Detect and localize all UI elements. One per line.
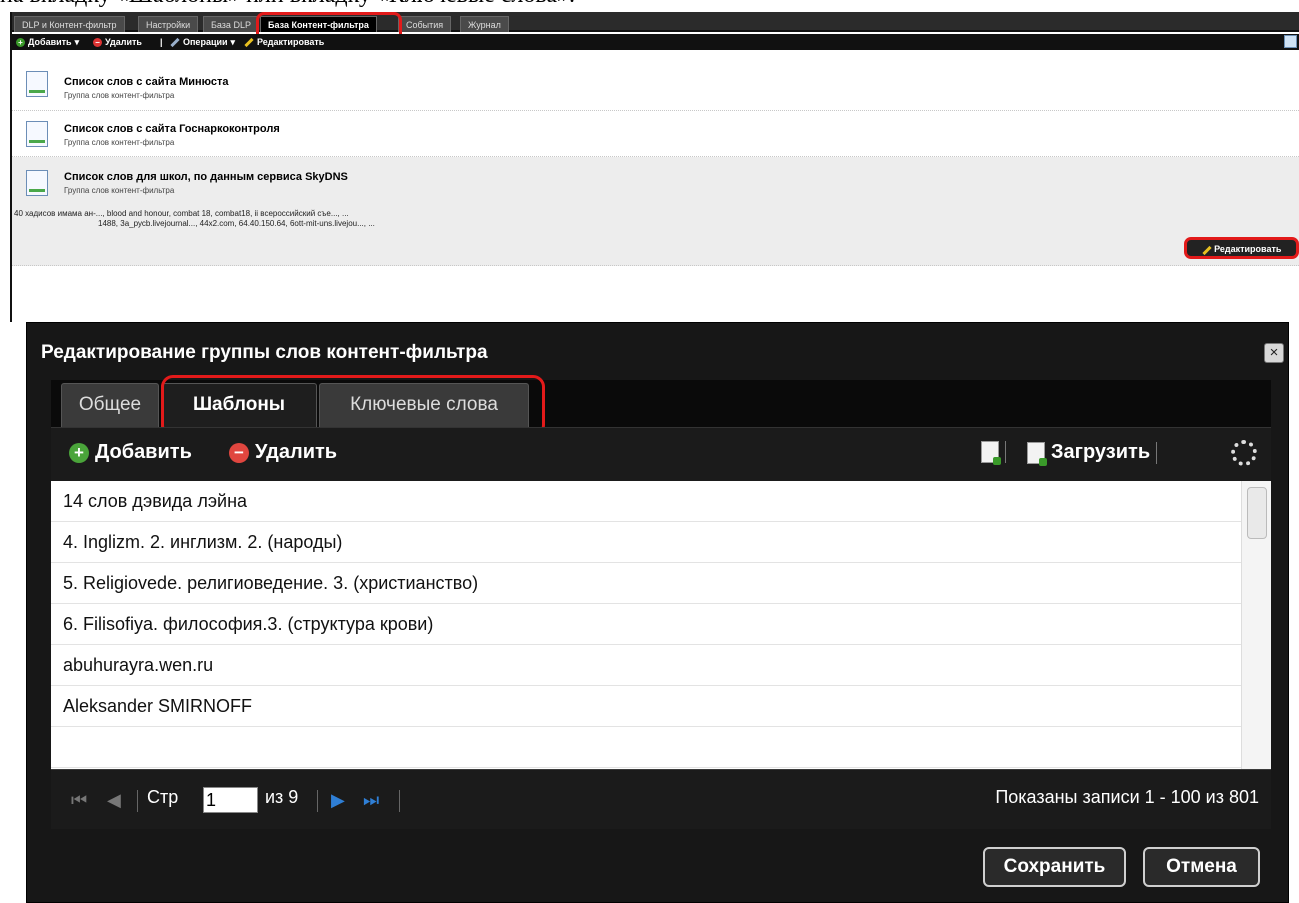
operations-label: Операции <box>183 37 228 47</box>
tab-templates[interactable]: Шаблоны <box>161 383 317 427</box>
group-subtitle: Группа слов контент-фильтра <box>64 91 175 100</box>
dialog-title: Редактирование группы слов контент-фильт… <box>41 342 488 363</box>
add-icon: + <box>16 37 25 47</box>
group-words-line: 1488, 3а_русb.livejournal..., 44x2.com, … <box>98 219 375 228</box>
edit-toolbar-button[interactable]: Редактировать <box>244 34 324 50</box>
group-subtitle: Группа слов контент-фильтра <box>64 138 175 147</box>
tab-journal[interactable]: Журнал <box>460 16 509 32</box>
tab-general[interactable]: Общее <box>61 383 159 427</box>
panel-icon[interactable] <box>1284 35 1297 48</box>
toolbar-separator <box>1005 441 1006 463</box>
pager-separator <box>317 790 318 812</box>
scrollbar[interactable] <box>1241 481 1271 769</box>
records-summary: Показаны записи 1 - 100 из 801 <box>995 787 1259 807</box>
pager-separator <box>137 790 138 812</box>
list-item[interactable] <box>51 727 1241 768</box>
delete-icon: − <box>93 37 102 47</box>
list-item[interactable]: Список слов с сайта Минюста Группа слов … <box>12 54 1299 111</box>
row-edit-label: Редактировать <box>1214 244 1282 254</box>
toolbar-separator: | <box>160 37 163 47</box>
dropdown-arrow-icon: ▾ <box>230 37 236 47</box>
toolbar-separator <box>1156 441 1158 464</box>
tab-dlp-base[interactable]: База DLP <box>203 16 259 32</box>
dialog-delete-button[interactable]: − Удалить <box>229 441 337 464</box>
save-button[interactable]: Сохранить <box>983 847 1126 887</box>
document-icon <box>26 121 48 147</box>
group-title: Список слов для школ, по данным сервиса … <box>64 171 348 183</box>
tab-dlp-content-filter[interactable]: DLP и Контент-фильтр <box>14 16 125 32</box>
tab-keywords[interactable]: Ключевые слова <box>319 383 529 427</box>
page-input[interactable] <box>203 787 258 813</box>
loading-spinner-icon <box>1231 440 1257 466</box>
close-icon[interactable]: × <box>1264 343 1284 363</box>
pencil-icon <box>1201 245 1212 256</box>
main-toolbar: + Добавить ▾ − Удалить | Операции ▾ Редакт… <box>12 34 1299 50</box>
pencil-icon <box>244 37 254 47</box>
top-tab-bar: DLP и Контент-фильтр Настройки База DLP … <box>12 12 1299 32</box>
instruction-caption: на вкладку «Шаблоны» или вкладку «Ключев… <box>0 0 1299 12</box>
pager-separator <box>399 790 400 812</box>
tab-content-filter-base[interactable]: База Контент-фильтра <box>260 16 377 32</box>
list-item[interactable]: 5. Religiovede. религиоведение. 3. (хрис… <box>51 563 1241 604</box>
document-icon <box>26 170 48 196</box>
list-item[interactable]: 4. Inglizm. 2. инглизм. 2. (народы) <box>51 522 1241 563</box>
wrench-icon <box>170 37 180 47</box>
first-page-icon[interactable]: ⏮ <box>71 791 87 809</box>
add-button[interactable]: + Добавить ▾ <box>16 34 79 50</box>
upload-label: Загрузить <box>1051 441 1151 463</box>
edit-label: Редактировать <box>257 37 325 47</box>
delete-button[interactable]: − Удалить <box>93 34 142 50</box>
last-page-icon[interactable]: ⏭ <box>363 791 379 809</box>
dialog-add-label: Добавить <box>95 441 192 463</box>
delete-label: Удалить <box>105 37 142 47</box>
cancel-button[interactable]: Отмена <box>1143 847 1260 887</box>
admin-panel: DLP и Контент-фильтр Настройки База DLP … <box>10 12 1299 322</box>
edit-dialog: Редактирование группы слов контент-фильт… <box>26 322 1289 903</box>
prev-page-icon[interactable]: ◀ <box>107 791 121 809</box>
dialog-tab-bar: Общее Шаблоны Ключевые слова <box>51 380 1271 427</box>
pagination-bar: ⏮ ◀ Стр из 9 ▶ ⏭ Показаны записи 1 - 100… <box>51 769 1271 829</box>
next-page-icon[interactable]: ▶ <box>331 791 345 809</box>
list-item[interactable]: Список слов с сайта Госнаркоконтроля Гру… <box>12 111 1299 157</box>
upload-button[interactable]: Загрузить <box>1027 441 1158 466</box>
list-item[interactable]: 14 слов дэвида лэйна <box>51 481 1241 522</box>
templates-list: 14 слов дэвида лэйна 4. Inglizm. 2. ингл… <box>51 481 1271 769</box>
dialog-add-button[interactable]: + Добавить <box>69 441 192 464</box>
scrollbar-thumb[interactable] <box>1247 487 1267 539</box>
group-title: Список слов с сайта Минюста <box>64 76 229 88</box>
tab-events[interactable]: События <box>398 16 452 32</box>
dialog-delete-label: Удалить <box>255 441 338 463</box>
tab-settings[interactable]: Настройки <box>138 16 199 32</box>
new-file-button[interactable] <box>981 441 1006 465</box>
operations-button[interactable]: Операции ▾ <box>170 34 235 50</box>
list-item[interactable]: 6. Filisofiya. философия.3. (структура к… <box>51 604 1241 645</box>
document-icon <box>26 71 48 97</box>
add-icon: + <box>69 442 89 463</box>
list-item-selected[interactable]: Список слов для школ, по данным сервиса … <box>12 157 1299 266</box>
dropdown-arrow-icon: ▾ <box>74 37 80 47</box>
row-edit-button[interactable]: Редактировать <box>1184 237 1299 259</box>
list-item[interactable]: abuhurayra.wen.ru <box>51 645 1241 686</box>
page-label: Стр <box>147 787 179 807</box>
dialog-toolbar: + Добавить − Удалить Загрузить <box>51 427 1271 481</box>
group-title: Список слов с сайта Госнаркоконтроля <box>64 123 280 135</box>
add-label: Добавить <box>28 37 72 47</box>
list-item[interactable]: Aleksander SMIRNOFF <box>51 686 1241 727</box>
new-file-icon <box>981 441 1001 465</box>
upload-file-icon <box>1027 441 1047 466</box>
group-words-line: 40 хадисов имама ан-..., blood and honou… <box>14 209 349 218</box>
delete-icon: − <box>229 442 249 463</box>
page-count: из 9 <box>265 787 299 807</box>
group-subtitle: Группа слов контент-фильтра <box>64 186 175 195</box>
